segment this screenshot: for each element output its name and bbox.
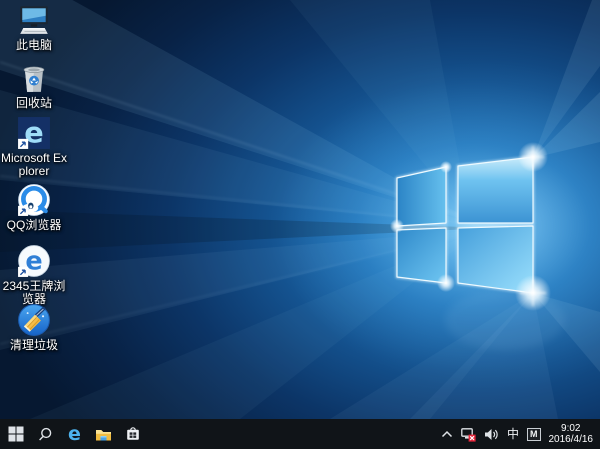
tray-clock[interactable]: 9:02 2016/4/16 — [545, 419, 599, 449]
edge-browser-icon: e — [17, 116, 51, 150]
clock-time: 9:02 — [549, 423, 594, 435]
start-button[interactable] — [0, 419, 31, 449]
desktop-icon-label: Microsoft Explorer — [1, 152, 67, 178]
tray-chevron-up-icon[interactable] — [437, 419, 457, 449]
hero-wallpaper-art — [0, 0, 600, 419]
clean-junk-icon — [17, 303, 51, 337]
ime-mode-label: M — [527, 428, 541, 441]
windows-desktop-screen: { "desktop": { "icons": [ {"label": "此电脑… — [0, 0, 600, 449]
taskbar-left: e — [0, 419, 147, 449]
windows-start-icon — [8, 426, 24, 442]
store-icon — [125, 426, 141, 442]
desktop-icon-this-pc[interactable]: 此电脑 — [0, 3, 68, 52]
file-explorer-icon — [95, 427, 112, 442]
shortcut-arrow-icon — [18, 206, 28, 216]
recycle-bin-icon — [17, 61, 51, 95]
desktop-icon-label: 清理垃圾 — [10, 339, 58, 352]
tray-volume-icon[interactable] — [480, 419, 503, 449]
desktop-icon-label: 此电脑 — [16, 39, 52, 52]
shortcut-arrow-icon — [18, 267, 28, 277]
qq-browser-icon — [17, 183, 51, 217]
desktop-icon-2345-browser[interactable]: e 2345王牌浏览器 — [0, 244, 68, 306]
taskbar-store-button[interactable] — [118, 419, 147, 449]
taskbar-file-explorer-button[interactable] — [89, 419, 118, 449]
search-button[interactable] — [31, 419, 60, 449]
tray-ime-language-indicator[interactable]: 中 — [503, 419, 523, 449]
desktop-icon-label: QQ浏览器 — [7, 219, 62, 232]
clock-date: 2016/4/16 — [549, 434, 594, 446]
this-pc-icon — [17, 3, 51, 37]
desktop[interactable]: 此电脑 回收站 e — [0, 0, 600, 419]
taskbar-edge-button[interactable]: e — [60, 419, 89, 449]
system-tray: 中 M 9:02 2016/4/16 — [437, 419, 600, 449]
wallpaper — [0, 0, 600, 419]
desktop-icon-recycle-bin[interactable]: 回收站 — [0, 61, 68, 110]
edge-icon: e — [68, 425, 81, 444]
desktop-icon-label: 回收站 — [16, 97, 52, 110]
taskbar: e — [0, 419, 600, 449]
tray-network-disconnected-icon[interactable] — [457, 419, 480, 449]
desktop-icon-qq-browser[interactable]: QQ浏览器 — [0, 183, 68, 232]
shortcut-arrow-icon — [18, 139, 28, 149]
desktop-icon-clean-junk[interactable]: 清理垃圾 — [0, 303, 68, 352]
search-icon — [38, 427, 53, 442]
desktop-icon-microsoft-explorer[interactable]: e Microsoft Explorer — [0, 116, 68, 178]
ime-language-label: 中 — [507, 428, 519, 440]
tray-ime-mode-indicator[interactable]: M — [523, 419, 545, 449]
2345-browser-icon: e — [17, 244, 51, 278]
